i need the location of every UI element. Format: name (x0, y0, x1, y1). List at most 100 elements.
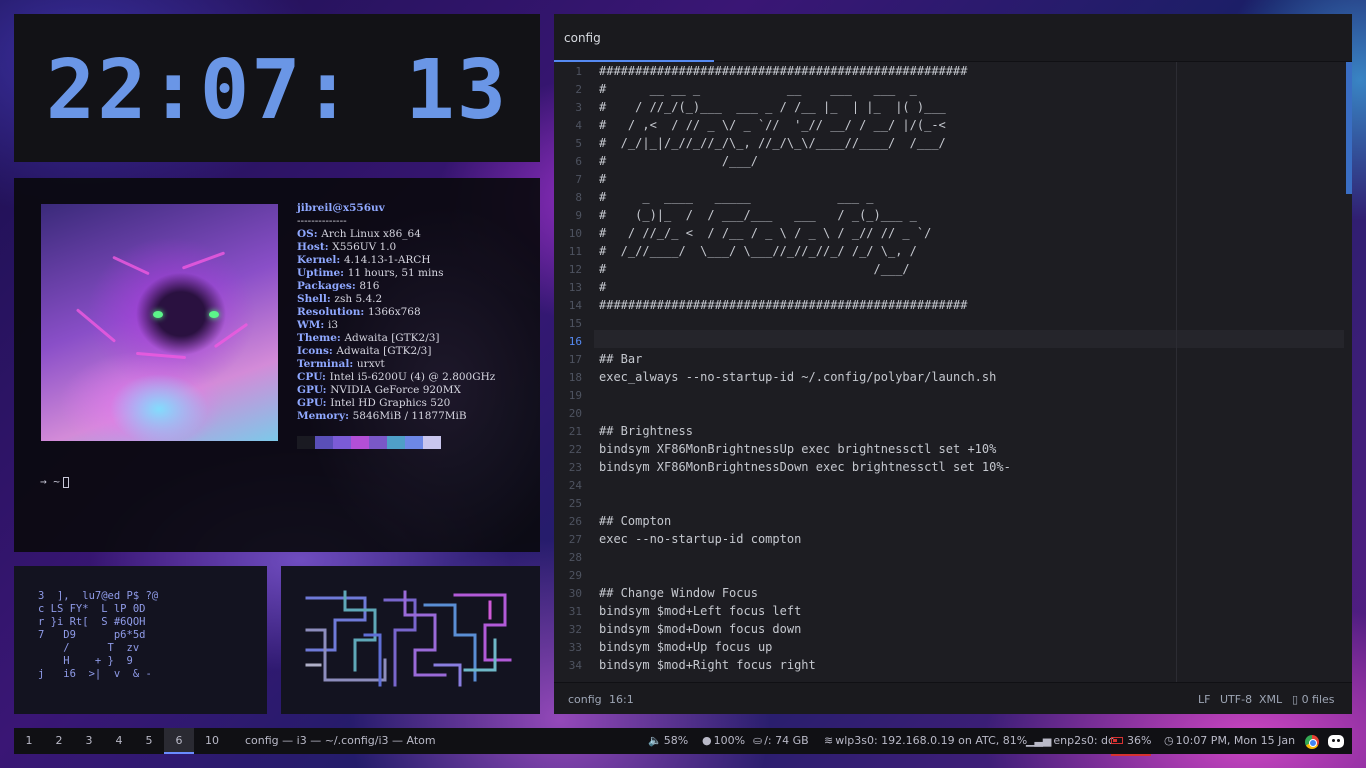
palette-swatch (315, 436, 333, 449)
sysinfo-key: Kernel (297, 254, 337, 266)
terminal-window[interactable]: jibreil@x556uv -------------- OS: Arch L… (14, 178, 540, 552)
sysinfo-value: 816 (359, 280, 380, 292)
sysinfo-key: Theme (297, 332, 337, 344)
status-grammar[interactable]: XML (1259, 693, 1282, 706)
workspace-4[interactable]: 4 (104, 728, 134, 754)
discord-tray-icon[interactable] (1328, 735, 1344, 748)
volume-module[interactable]: 🔈 58% (648, 728, 688, 754)
line-number: 6 (575, 155, 582, 168)
clock-icon: ◷ (1164, 734, 1174, 747)
shell-prompt[interactable]: → ~ (40, 475, 69, 488)
sysinfo-key: Packages (297, 280, 352, 292)
wifi-icon: ≋ (824, 734, 834, 747)
line-number: 23 (568, 461, 582, 474)
palette-swatch (423, 436, 441, 449)
disk-module[interactable]: ⛀/: 74 GB (753, 728, 809, 754)
line-number: 31 (568, 605, 582, 618)
sysinfo-key: Host (297, 241, 325, 253)
sysinfo-key: Uptime (297, 267, 341, 279)
line-number: 1 (575, 65, 582, 78)
ethernet-value: enp2s0: dc (1053, 734, 1115, 747)
matrix-row: / T zv (38, 642, 140, 654)
code-line: ## Compton (599, 514, 672, 528)
line-number: 8 (575, 191, 582, 204)
line-number-gutter[interactable]: 1 2 3 4 5 6 7 8 9 10 11 12 13 14 15 16 17 18 19 20 21 22 23 24 2… (554, 62, 594, 682)
sysinfo-value: Adwaita [GTK2/3] (344, 332, 440, 344)
sysinfo-value: NVIDIA GeForce 920MX (330, 384, 461, 396)
line-number: 9 (575, 209, 582, 222)
line-number: 2 (575, 83, 582, 96)
matrix-rain: 3 ], lu7@ed P$ ?@ c LS FY* L lP 0D r }i Rt… (38, 590, 158, 681)
code-line: exec_always --no-startup-id ~/.config/po… (599, 370, 997, 384)
scrollbar-thumb[interactable] (1346, 62, 1352, 194)
line-number: 22 (568, 443, 582, 456)
line-number: 34 (568, 659, 582, 672)
workspace-3[interactable]: 3 (74, 728, 104, 754)
date-module[interactable]: ◷ 10:07 PM, Mon 15 Jan (1164, 728, 1295, 754)
polybar: 1 2 3 4 5 6 10 config — i3 — ~/.config/i3 — At… (14, 728, 1352, 756)
signal-icon: ▁▃▅ (1026, 734, 1052, 747)
line-number: 33 (568, 641, 582, 654)
line-number: 19 (568, 389, 582, 402)
code-line: # (599, 280, 607, 294)
matrix-terminal[interactable]: 3 ], lu7@ed P$ ?@ c LS FY* L lP 0D r }i Rt… (14, 566, 267, 714)
status-git[interactable]: ▯ 0 files (1292, 693, 1335, 706)
status-git-label: 0 files (1301, 693, 1335, 706)
sysinfo-key: Resolution (297, 306, 361, 318)
code-line: exec --no-startup-id compton (599, 532, 802, 546)
palette-swatch (333, 436, 351, 449)
palette-swatch (369, 436, 387, 449)
pipes-terminal[interactable] (281, 566, 540, 714)
workspace-5[interactable]: 5 (134, 728, 164, 754)
sysinfo-key: CPU (297, 371, 323, 383)
code-line: # (_)|_ / / ___/___ ___ / _(_)___ _ (599, 208, 917, 222)
line-number: 18 (568, 371, 582, 384)
atom-editor[interactable]: config 1 2 3 4 5 6 7 8 9 10 11 12 13 14 15 16 17 18 19 20 21… (554, 14, 1352, 714)
wifi-module[interactable]: ≋ wlp3s0: 192.168.0.19 on ATC, 81% (824, 728, 1027, 754)
clock-display: 22:07: 13 (45, 43, 509, 138)
battery-module[interactable]: 36% (1111, 728, 1152, 756)
brightness-module[interactable]: ● 100% (702, 728, 745, 754)
status-cursor-position[interactable]: 16:1 (609, 693, 634, 706)
code-line: ## Change Window Focus (599, 586, 758, 600)
code-line: # /_/|_|/_//_//_/\_, //_/\_\/____//____/… (599, 136, 946, 150)
matrix-row: r }i Rt[ S #6QOH (38, 616, 146, 628)
code-line: # _ ____ _____ ___ _ (599, 190, 874, 204)
line-number: 4 (575, 119, 582, 132)
status-line-ending[interactable]: LF (1198, 693, 1210, 706)
disk-icon: ⛀ (753, 734, 763, 747)
file-icon: ▯ (1292, 693, 1302, 706)
volume-value: 58% (663, 734, 689, 747)
user-host: jibreil@x556uv (297, 202, 385, 214)
matrix-row: c LS FY* L lP 0D (38, 603, 146, 615)
sysinfo-value: Adwaita [GTK2/3] (336, 345, 432, 357)
line-number: 26 (568, 515, 582, 528)
chrome-tray-icon[interactable] (1305, 735, 1319, 749)
line-number: 14 (568, 299, 582, 312)
tab-config[interactable]: config (554, 14, 714, 62)
status-file[interactable]: config (568, 693, 602, 706)
sysinfo-value: 4.14.13-1-ARCH (343, 254, 431, 266)
ethernet-module[interactable]: ▁▃▅ enp2s0: dc (1026, 728, 1114, 754)
workspace-2[interactable]: 2 (44, 728, 74, 754)
code-area[interactable]: ########################################… (599, 62, 1344, 682)
line-number: 25 (568, 497, 582, 510)
code-line: ## Brightness (599, 424, 693, 438)
code-line: # __ __ _ __ ___ ___ _ (599, 82, 917, 96)
tiger-ascii-image (41, 204, 278, 441)
code-line: # (599, 172, 607, 186)
sysinfo-value: X556UV 1.0 (332, 241, 397, 253)
status-encoding[interactable]: UTF-8 (1220, 693, 1252, 706)
line-number: 20 (568, 407, 582, 420)
workspace-6[interactable]: 6 (164, 728, 194, 754)
sysinfo-line: Icons: Adwaita [GTK2/3] (297, 345, 432, 357)
sysinfo-line: Packages: 816 (297, 280, 380, 292)
workspace-1[interactable]: 1 (14, 728, 44, 754)
sysinfo-key: Memory (297, 410, 346, 422)
workspace-10[interactable]: 10 (194, 728, 230, 754)
line-number: 28 (568, 551, 582, 564)
sysinfo-key: Icons (297, 345, 329, 357)
sysinfo-line: OS: Arch Linux x86_64 (297, 228, 421, 240)
sysinfo-line: Shell: zsh 5.4.2 (297, 293, 383, 305)
sysinfo-value: Arch Linux x86_64 (321, 228, 421, 240)
